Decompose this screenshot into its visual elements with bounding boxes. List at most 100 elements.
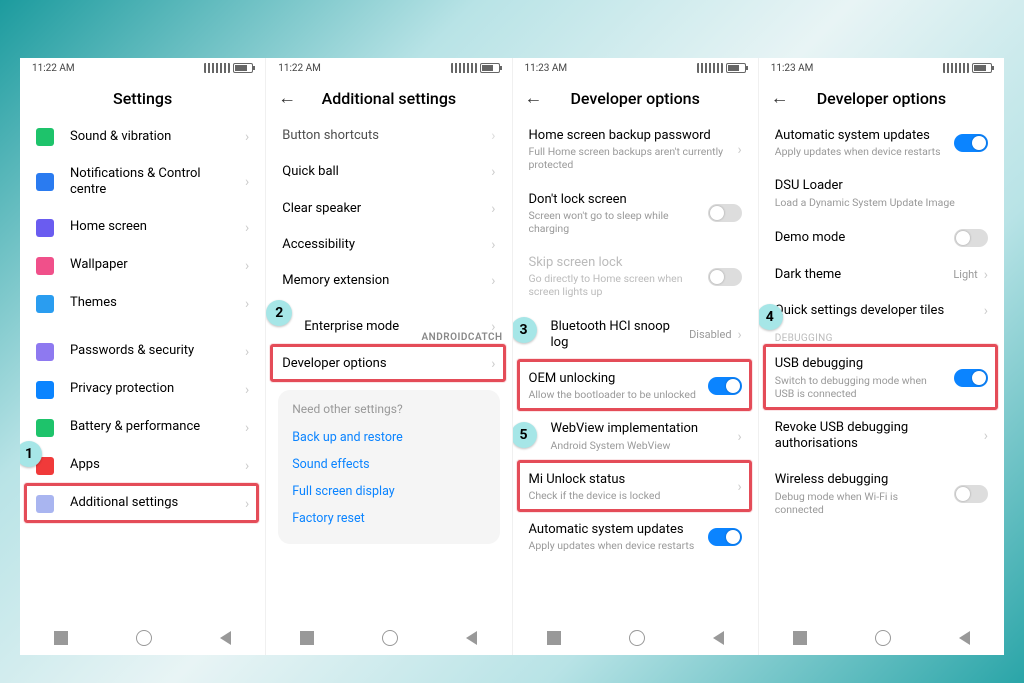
- setting-label: OEM unlocking: [529, 371, 702, 387]
- needbox-link[interactable]: Full screen display: [292, 478, 485, 505]
- chevron-right-icon: ›: [245, 496, 249, 512]
- toggle-switch[interactable]: [954, 485, 988, 503]
- status-time: 11:22 AM: [32, 63, 75, 74]
- chevron-right-icon: ›: [738, 142, 742, 158]
- nav-back-icon[interactable]: [466, 631, 477, 645]
- setting-icon: [36, 457, 54, 475]
- screen-title: Developer options: [817, 89, 946, 108]
- toggle-switch[interactable]: [708, 528, 742, 546]
- nav-home-icon[interactable]: [382, 630, 398, 646]
- chevron-right-icon: ›: [245, 382, 249, 398]
- screen-header: ← Developer options: [513, 78, 758, 118]
- nav-home-icon[interactable]: [136, 630, 152, 646]
- setting-row[interactable]: Automatic system updatesApply updates wh…: [759, 118, 1004, 168]
- toggle-switch[interactable]: [954, 369, 988, 387]
- setting-row[interactable]: Skip screen lockGo directly to Home scre…: [513, 245, 758, 309]
- setting-row[interactable]: Privacy protection ›: [20, 371, 265, 409]
- toggle-switch[interactable]: [954, 229, 988, 247]
- toggle-switch[interactable]: [708, 377, 742, 395]
- phone-screen-2: 11:22 AM ← Additional settings Button short…: [266, 58, 512, 655]
- nav-recent-icon[interactable]: [54, 631, 68, 645]
- setting-label: Themes: [70, 295, 239, 311]
- setting-row[interactable]: Themes ›: [20, 285, 265, 323]
- setting-label: Wallpaper: [70, 257, 239, 273]
- setting-row[interactable]: Quick settings developer tiles›: [759, 293, 1004, 329]
- toggle-switch[interactable]: [708, 268, 742, 286]
- setting-label: Passwords & security: [70, 343, 239, 359]
- chevron-right-icon: ›: [984, 303, 988, 319]
- setting-row[interactable]: Quick ball›: [266, 154, 511, 190]
- android-nav-bar: [759, 621, 1004, 655]
- signal-icon: [943, 63, 969, 73]
- setting-row[interactable]: Sound & vibration›: [20, 118, 265, 156]
- nav-back-icon[interactable]: [959, 631, 970, 645]
- setting-subtitle: Switch to debugging mode when USB is con…: [775, 374, 948, 400]
- needbox-link[interactable]: Back up and restore: [292, 424, 485, 451]
- nav-home-icon[interactable]: [629, 630, 645, 646]
- setting-subtitle: Apply updates when device restarts: [775, 145, 948, 158]
- setting-row[interactable]: Clear speaker›: [266, 191, 511, 227]
- setting-row[interactable]: Mi Unlock statusCheck if the device is l…: [513, 462, 758, 512]
- screen-title: Developer options: [570, 89, 699, 108]
- setting-row[interactable]: Wireless debuggingDebug mode when Wi-Fi …: [759, 462, 1004, 526]
- setting-row[interactable]: Don't lock screenScreen won't go to slee…: [513, 182, 758, 246]
- setting-row[interactable]: Developer options ›: [266, 346, 511, 382]
- back-button[interactable]: ←: [771, 88, 789, 109]
- setting-label: DSU Loader: [775, 178, 988, 194]
- setting-row[interactable]: Additional settings ›: [20, 485, 265, 523]
- setting-row[interactable]: DSU LoaderLoad a Dynamic System Update I…: [759, 168, 1004, 218]
- setting-row[interactable]: Accessibility›: [266, 227, 511, 263]
- setting-row[interactable]: Revoke USB debugging authorisations›: [759, 410, 1004, 463]
- chevron-right-icon: ›: [245, 296, 249, 312]
- tutorial-phones-container: 11:22 AMSettingsSound & vibration›Notifi…: [20, 58, 1004, 655]
- nav-back-icon[interactable]: [713, 631, 724, 645]
- setting-row[interactable]: Dark themeLight›: [759, 257, 1004, 293]
- toggle-switch[interactable]: [708, 204, 742, 222]
- nav-back-icon[interactable]: [220, 631, 231, 645]
- back-button[interactable]: ←: [525, 88, 543, 109]
- nav-recent-icon[interactable]: [547, 631, 561, 645]
- setting-row[interactable]: Battery & performance›: [20, 409, 265, 447]
- nav-home-icon[interactable]: [875, 630, 891, 646]
- watermark-text: ANDROIDCATCH: [422, 332, 503, 343]
- setting-label: Revoke USB debugging authorisations: [775, 420, 978, 453]
- setting-row[interactable]: Passwords & security›: [20, 333, 265, 371]
- setting-label: Bluetooth HCI snoop log: [551, 319, 684, 352]
- setting-subtitle: Check if the device is locked: [529, 489, 732, 502]
- setting-icon: [36, 343, 54, 361]
- setting-row[interactable]: Home screen›: [20, 209, 265, 247]
- setting-subtitle: Screen won't go to sleep while charging: [529, 209, 702, 235]
- setting-row[interactable]: OEM unlockingAllow the bootloader to be …: [513, 361, 758, 411]
- needbox-link[interactable]: Factory reset: [292, 505, 485, 532]
- toggle-switch[interactable]: [954, 134, 988, 152]
- setting-row[interactable]: Button shortcuts›: [266, 118, 511, 154]
- setting-row[interactable]: USB debuggingSwitch to debugging mode wh…: [759, 346, 1004, 410]
- nav-recent-icon[interactable]: [793, 631, 807, 645]
- setting-row[interactable]: Bluetooth HCI snoop logDisabled›: [513, 309, 758, 362]
- status-bar: 11:23 AM: [759, 58, 1004, 78]
- setting-row[interactable]: Automatic system updatesApply updates wh…: [513, 512, 758, 562]
- setting-subtitle: Go directly to Home screen when screen l…: [529, 272, 702, 298]
- setting-row[interactable]: Demo mode: [759, 219, 1004, 257]
- setting-row[interactable]: Wallpaper›: [20, 247, 265, 285]
- back-button[interactable]: ←: [278, 88, 296, 109]
- setting-row[interactable]: WebView implementationAndroid System Web…: [513, 411, 758, 461]
- setting-row[interactable]: Notifications & Control centre›: [20, 156, 265, 209]
- setting-label: Additional settings: [70, 495, 239, 511]
- needbox-link[interactable]: Sound effects: [292, 451, 485, 478]
- setting-label: Developer options: [282, 356, 485, 372]
- setting-row[interactable]: Apps›: [20, 447, 265, 485]
- setting-row[interactable]: Memory extension›: [266, 263, 511, 299]
- screen-content: Automatic system updatesApply updates wh…: [759, 118, 1004, 621]
- setting-label: Automatic system updates: [529, 522, 702, 538]
- chevron-right-icon: ›: [491, 356, 495, 372]
- setting-value: Light: [953, 268, 977, 281]
- setting-icon: [36, 419, 54, 437]
- status-bar: 11:22 AM: [266, 58, 511, 78]
- status-indicators: [697, 63, 746, 73]
- screen-title: Additional settings: [322, 89, 457, 108]
- setting-row[interactable]: Home screen backup passwordFull Home scr…: [513, 118, 758, 182]
- setting-label: Privacy protection: [70, 381, 239, 397]
- nav-recent-icon[interactable]: [300, 631, 314, 645]
- chevron-right-icon: ›: [738, 327, 742, 343]
